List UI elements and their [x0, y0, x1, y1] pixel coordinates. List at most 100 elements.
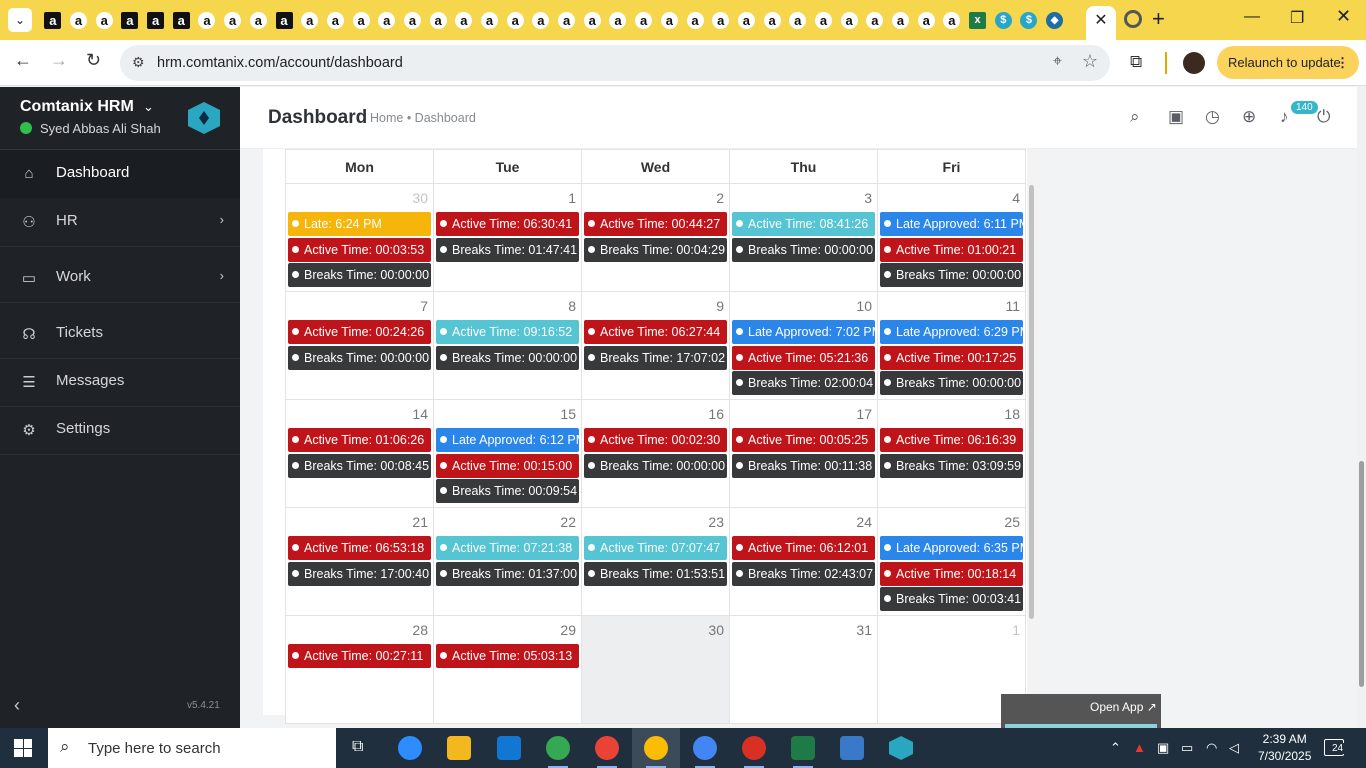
hex-favicon-icon[interactable]: ◆	[1042, 0, 1068, 40]
dollar-favicon-icon[interactable]: $	[1016, 0, 1042, 40]
amazon-favicon-icon[interactable]: a	[117, 0, 143, 40]
attendance-event[interactable]: Active Time: 06:16:39	[880, 428, 1023, 452]
calendar-day-cell[interactable]: 2Clock-in: 5:47 PMActive Time: 00:44:27B…	[581, 183, 730, 292]
amazon-favicon-icon[interactable]: a	[348, 0, 374, 40]
sidebar-item-work[interactable]: ▭ Work ›	[0, 254, 240, 302]
attendance-event[interactable]: Breaks Time: 00:00:00	[732, 237, 875, 262]
attendance-event[interactable]: Breaks Time: 02:43:07	[732, 561, 875, 586]
attendance-event[interactable]: Active Time: 07:21:38	[436, 536, 579, 560]
calendar-day-cell[interactable]: 4 Late Approved: 6:11 PM Active Time: 01:0…	[877, 183, 1026, 292]
attendance-event[interactable]: Breaks Time: 03:09:59	[880, 453, 1023, 478]
minimize-icon[interactable]: —	[1244, 8, 1260, 26]
more-menu-icon[interactable]: ⋮	[1336, 46, 1349, 79]
amazon-favicon-icon[interactable]: a	[579, 0, 605, 40]
attendance-event[interactable]: Active Time: 08:41:26	[732, 212, 875, 236]
attendance-event[interactable]: Breaks Time: 17:00:40	[288, 561, 431, 586]
sidebar-item-hr[interactable]: ⚇ HR ›	[0, 198, 240, 246]
open-app-label[interactable]: Open App ↗	[1090, 700, 1157, 714]
amazon-favicon-icon[interactable]: a	[708, 0, 734, 40]
calendar-day-cell[interactable]: 9Clock-in: 6:02 PMActive Time: 06:27:44B…	[581, 291, 730, 400]
amazon-favicon-icon[interactable]: a	[297, 0, 323, 40]
amazon-favicon-icon[interactable]: a	[168, 0, 194, 40]
attendance-event[interactable]: Active Time: 00:05:25	[732, 428, 875, 452]
calendar-day-cell[interactable]: 30	[581, 615, 730, 724]
attendance-event[interactable]: Active Time: 05:03:13	[436, 644, 579, 668]
attendance-event[interactable]: Late Approved: 6:12 PM	[436, 428, 579, 452]
amazon-favicon-icon[interactable]: a	[400, 0, 426, 40]
calendar-day-cell[interactable]: 7Clock-in: 5:51 PMActive Time: 00:24:26B…	[285, 291, 434, 400]
reload-icon[interactable]: ↻	[86, 50, 101, 71]
amazon-favicon-icon[interactable]: a	[862, 0, 888, 40]
attendance-event[interactable]: Late Approved: 6:29 PM	[880, 320, 1023, 344]
amazon-favicon-icon[interactable]: a	[374, 0, 400, 40]
amazon-favicon-icon[interactable]: a	[143, 0, 169, 40]
calendar-day-cell[interactable]: 14Clock-in: 6:01 PMActive Time: 01:06:26…	[285, 399, 434, 508]
attendance-event[interactable]: Active Time: 00:02:30	[584, 428, 727, 452]
amazon-favicon-icon[interactable]: a	[734, 0, 760, 40]
amazon-favicon-icon[interactable]: a	[502, 0, 528, 40]
calendar-scrollbar-thumb[interactable]	[1029, 185, 1034, 619]
amazon-favicon-icon[interactable]: a	[194, 0, 220, 40]
attendance-event[interactable]: Active Time: 00:15:00	[436, 453, 579, 478]
attendance-event[interactable]: Active Time: 00:18:14	[880, 561, 1023, 586]
zoom-app-icon[interactable]	[398, 736, 422, 760]
attendance-event[interactable]: Late Approved: 7:02 PM	[732, 320, 875, 344]
amazon-favicon-icon[interactable]: a	[40, 0, 66, 40]
bell-icon[interactable]: ♪	[1280, 107, 1289, 127]
close-tab-icon[interactable]: ✕	[1086, 6, 1116, 40]
attendance-event[interactable]: Breaks Time: 02:00:04	[732, 371, 875, 395]
attendance-event[interactable]: Active Time: 00:17:25	[880, 345, 1023, 370]
chrome-app-icon[interactable]	[742, 736, 766, 768]
collapse-sidebar-icon[interactable]: ‹	[14, 695, 20, 716]
calendar-day-cell[interactable]: 23Clock-in: 5:57 PMActive Time: 07:07:47…	[581, 507, 730, 616]
add-circle-icon[interactable]: ⊕	[1242, 107, 1256, 127]
amazon-favicon-icon[interactable]: a	[682, 0, 708, 40]
forward-icon[interactable]: →	[50, 50, 68, 71]
bookmark-star-icon[interactable]: ☆	[1082, 51, 1098, 72]
attendance-event[interactable]: Breaks Time: 00:00:00	[436, 345, 579, 370]
attendance-event[interactable]: Active Time: 07:07:47	[584, 536, 727, 560]
attendance-event[interactable]: Breaks Time: 17:07:02	[584, 345, 727, 370]
site-info-icon[interactable]: ⚙	[132, 54, 145, 71]
excel-favicon-icon[interactable]: x	[965, 0, 991, 40]
attendance-event[interactable]: Late Approved: 6:35 PM	[880, 536, 1023, 560]
amazon-favicon-icon[interactable]: a	[836, 0, 862, 40]
file-explorer-icon[interactable]	[447, 736, 471, 760]
open-app-banner[interactable]: Open App ↗	[1001, 694, 1161, 728]
sidebar-item-settings[interactable]: ⚙ Settings	[0, 406, 240, 454]
breadcrumb[interactable]: Home • Dashboard	[370, 111, 476, 125]
wifi-icon[interactable]: ◠	[1206, 740, 1217, 756]
attendance-event[interactable]: Breaks Time: 00:08:45	[288, 453, 431, 478]
chrome-app-icon[interactable]	[644, 736, 668, 768]
amazon-favicon-icon[interactable]: a	[913, 0, 939, 40]
close-window-icon[interactable]: ✕	[1336, 6, 1351, 27]
attendance-event[interactable]: Late: 6:24 PM	[288, 212, 431, 236]
chrome-app-icon[interactable]	[693, 736, 717, 768]
calendar-day-cell[interactable]: 8Clock-in: 5:57 PMActive Time: 09:16:52B…	[433, 291, 582, 400]
attendance-event[interactable]: Active Time: 01:06:26	[288, 428, 431, 452]
extensions-icon[interactable]: ⧉	[1130, 52, 1142, 72]
meet-tray-icon[interactable]: ▣	[1157, 740, 1169, 756]
amazon-favicon-icon[interactable]: a	[939, 0, 965, 40]
amazon-favicon-icon[interactable]: a	[477, 0, 503, 40]
amazon-favicon-icon[interactable]: a	[554, 0, 580, 40]
chrome-app-icon[interactable]	[595, 736, 619, 768]
chrome-icon[interactable]	[1124, 10, 1142, 28]
attendance-event[interactable]: Breaks Time: 00:00:00	[288, 263, 431, 287]
relaunch-button[interactable]: Relaunch to update ⋮	[1217, 46, 1359, 79]
notes-icon[interactable]: ▣	[1168, 107, 1184, 127]
calendar-day-cell[interactable]: 3Clock-in: 5:47 PMActive Time: 08:41:26B…	[729, 183, 878, 292]
calendar-day-cell[interactable]: 29Clock-in: 5:54 PMActive Time: 05:03:13	[433, 615, 582, 724]
taskbar-clock[interactable]: 2:39 AM 7/30/2025	[1258, 731, 1311, 765]
amazon-favicon-icon[interactable]: a	[246, 0, 272, 40]
address-bar[interactable]: ⚙ hrm.comtanix.com/account/dashboard ⌖ ☆	[120, 45, 1110, 81]
chrome-app-icon[interactable]	[546, 736, 570, 768]
tab-search-chevron-icon[interactable]: ⌄	[8, 8, 32, 32]
power-icon[interactable]: ⏻	[1317, 107, 1330, 127]
clock-icon[interactable]: ◷	[1205, 107, 1220, 127]
back-icon[interactable]: ←	[14, 50, 32, 71]
task-view-icon[interactable]: ⧉	[352, 738, 363, 756]
calendar-day-cell[interactable]: 17Clock-in: 5:56 PMActive Time: 00:05:25…	[729, 399, 878, 508]
url-text[interactable]: hrm.comtanix.com/account/dashboard	[157, 55, 403, 71]
amazon-favicon-icon[interactable]: a	[91, 0, 117, 40]
